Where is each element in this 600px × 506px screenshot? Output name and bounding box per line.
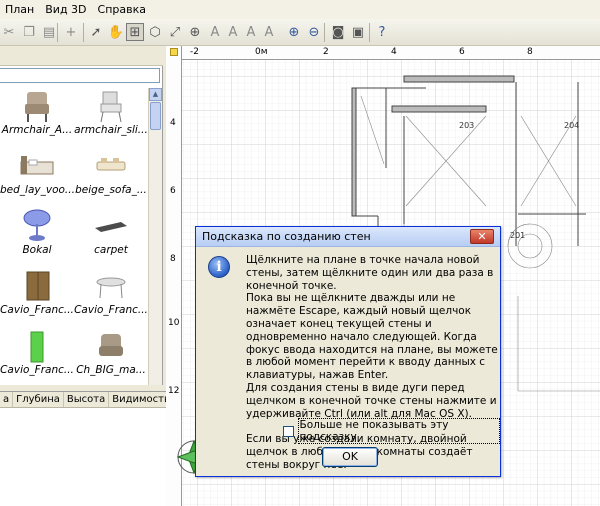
catalog-item[interactable]: Cavio_Franc...	[74, 268, 148, 326]
catalog-item[interactable]: Armchair_A...	[0, 88, 74, 146]
menu-bar: План Вид 3D Справка	[0, 0, 600, 19]
catalog-item[interactable]: Cavio_Franc...	[0, 328, 74, 386]
catalog-item-label: beige_sofa_...	[75, 184, 147, 196]
catalog-item-label: carpet	[94, 244, 128, 256]
text-style-icon[interactable]: A	[206, 23, 224, 41]
catalog-item[interactable]: Ch_BIG_ma...	[74, 328, 148, 386]
tip-paragraph: Для создания стены в виде дуги перед щел…	[246, 381, 497, 420]
toolbar-separator	[83, 23, 84, 42]
table-icon	[96, 277, 126, 299]
catalog-item-label: Cavio_Franc...	[74, 304, 148, 316]
text-style-icon[interactable]: A	[242, 23, 260, 41]
ruler-tick-label: 0м	[255, 47, 268, 57]
catalog-item[interactable]: bed_lay_voo...	[0, 148, 74, 206]
menu-help[interactable]: Справка	[93, 0, 152, 19]
catalog-item[interactable]: beige_sofa_...	[74, 148, 148, 206]
lock-icon[interactable]	[170, 48, 178, 56]
catalog-item[interactable]: armchair_sli...	[74, 88, 148, 146]
ruler-tick-label: 2	[323, 47, 329, 57]
dont-show-again-checkbox[interactable]: Больше не показывать эту подсказку	[283, 418, 500, 444]
carpet-icon	[95, 222, 127, 232]
toolbar-separator	[57, 23, 58, 42]
column-header[interactable]: Глубина	[13, 392, 64, 407]
ruler-tick-label: 8	[170, 254, 176, 264]
ruler-tick-label: 4	[170, 118, 176, 128]
catalog-scrollbar[interactable]: ▲	[148, 88, 162, 385]
dialog-title: Подсказка по созданию стен	[196, 227, 500, 247]
create-dimensions-icon[interactable]: ⤢	[166, 23, 184, 41]
help-icon[interactable]: ?	[373, 23, 391, 41]
menu-plan[interactable]: План	[0, 0, 40, 19]
catalog-item-label: Cavio_Franc...	[0, 364, 74, 376]
create-video-icon[interactable]: ▣	[349, 23, 367, 41]
ruler-tick-label: 4	[391, 47, 397, 57]
armchair-icon	[100, 91, 122, 123]
catalog-item-label: bed_lay_voo...	[0, 184, 74, 196]
close-button[interactable]: ✕	[470, 229, 494, 244]
text-style-icon[interactable]: A	[260, 23, 278, 41]
glass-icon	[23, 209, 51, 241]
paste-icon[interactable]: ▤	[40, 23, 58, 41]
wall-creation-tip-dialog: Подсказка по созданию стен ✕ i Щёлкните …	[195, 226, 501, 477]
armchair-icon	[25, 92, 49, 122]
create-photo-icon[interactable]: ◙	[329, 23, 347, 41]
catalog-item-label: armchair_sli...	[74, 124, 148, 136]
catalog-item-label: Bokal	[22, 244, 52, 256]
column-header[interactable]: Высота	[64, 392, 110, 407]
create-rooms-icon[interactable]: ⬡	[146, 23, 164, 41]
checkbox-label[interactable]: Больше не показывать эту подсказку	[297, 418, 500, 444]
toolbar: ✂ ❐ ▤ + ➚ ✋ ⊞ ⬡ ⤢ ⊕ A A A A ⊕ ⊖ ◙ ▣ ?	[0, 19, 600, 46]
ruler-tick-label: -2	[190, 47, 199, 57]
scrollbar-thumb[interactable]	[150, 102, 161, 130]
scroll-up-icon[interactable]: ▲	[149, 88, 162, 101]
info-icon: i	[208, 256, 230, 278]
catalog-item[interactable]: Cavio_Franc...	[0, 268, 74, 326]
catalog-search-input[interactable]	[0, 68, 160, 83]
cabinet-icon	[26, 271, 50, 301]
furniture-table-header: а Глубина Высота Видимость	[0, 392, 174, 408]
toolbar-separator	[369, 23, 370, 42]
panel-icon	[30, 331, 44, 363]
cut-icon[interactable]: ✂	[0, 23, 18, 41]
room-label: 203	[459, 121, 474, 130]
create-walls-icon[interactable]: ⊞	[126, 23, 144, 41]
zoom-out-icon[interactable]: ⊖	[305, 23, 323, 41]
text-style-icon[interactable]: A	[224, 23, 242, 41]
tip-paragraph: Пока вы не щёлкните дважды или не нажмёт…	[246, 292, 498, 382]
ruler-tick-label: 12	[168, 386, 180, 396]
armchair-icon	[99, 334, 123, 356]
ruler-tick-label: 6	[170, 186, 176, 196]
column-header[interactable]: Видимость	[109, 392, 174, 407]
copy-icon[interactable]: ❐	[20, 23, 38, 41]
tip-paragraph: Щёлкните на плане в точке начала новой с…	[246, 254, 494, 292]
toolbar-separator	[324, 23, 325, 42]
zoom-in-icon[interactable]: ⊕	[285, 23, 303, 41]
room-label: 201	[510, 231, 525, 240]
ok-button[interactable]: OK	[322, 447, 378, 467]
furniture-table: а Глубина Высота Видимость	[0, 391, 174, 506]
catalog-item-label: Ch_BIG_ma...	[76, 364, 146, 376]
ruler-top: -2 0м 2 4 6 8	[166, 46, 600, 60]
catalog-header	[0, 48, 163, 66]
catalog-item-label: Armchair_A...	[1, 124, 73, 136]
ruler-tick-label: 10	[168, 318, 180, 328]
checkbox-box[interactable]	[283, 425, 294, 437]
catalog-item[interactable]: Bokal	[0, 208, 74, 266]
ruler-tick-label: 6	[459, 47, 465, 57]
select-icon[interactable]: ➚	[87, 23, 105, 41]
add-text-icon[interactable]: ⊕	[186, 23, 204, 41]
furniture-catalog: Armchair_A... armchair_sli... bed_lay_vo…	[0, 48, 163, 385]
bed-icon	[20, 156, 54, 175]
ruler-tick-label: 8	[527, 47, 533, 57]
column-header[interactable]: а	[0, 392, 14, 407]
add-furniture-icon[interactable]: +	[62, 23, 80, 41]
catalog-item-label: Cavio_Franc...	[0, 304, 74, 316]
menu-view-3d[interactable]: Вид 3D	[40, 0, 92, 19]
pan-icon[interactable]: ✋	[107, 23, 125, 41]
room-label: 204	[564, 121, 579, 130]
sofa-icon	[96, 158, 126, 171]
catalog-item[interactable]: carpet	[74, 208, 148, 266]
